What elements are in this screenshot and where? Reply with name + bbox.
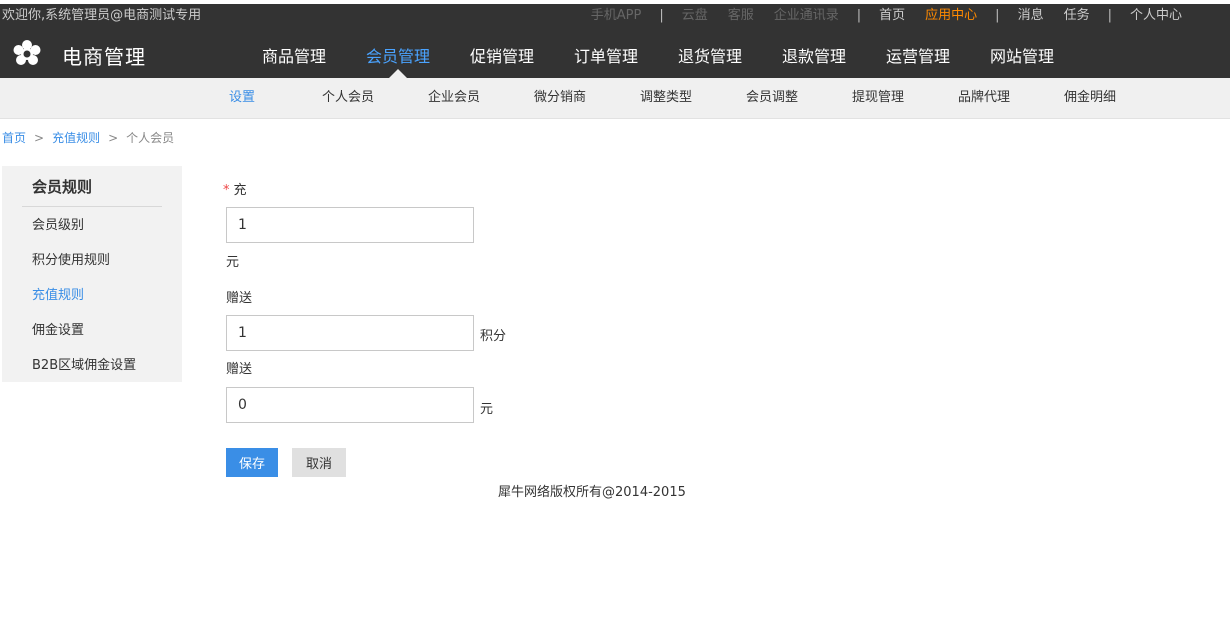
sidebar-title: 会员规则: [32, 178, 93, 196]
top-links: 手机APP | 云盘 客服 企业通讯录 | 首页 应用中心 | 消息 任务 | 个人中心: [581, 4, 1192, 28]
main-nav-item[interactable]: 商品管理: [242, 28, 346, 78]
main-nav-label: 运营管理: [885, 47, 950, 66]
sidebar-item[interactable]: 积分使用规则: [32, 252, 136, 287]
main-nav-item[interactable]: 订单管理: [554, 28, 658, 78]
breadcrumb-section[interactable]: 充值规则: [52, 131, 100, 145]
gift-points-input[interactable]: [226, 315, 474, 351]
recharge-amount-input[interactable]: [226, 207, 474, 243]
top-link[interactable]: 应用中心: [925, 4, 977, 28]
footer-copyright: 犀牛网络版权所有@2014-2015: [498, 485, 686, 500]
sub-nav-item[interactable]: 佣金明细: [1037, 78, 1143, 118]
gift-points-unit-label: 积分: [480, 329, 507, 344]
cancel-button[interactable]: 取消: [292, 448, 346, 477]
sub-nav: 设置 个人会员 企业会员 微分销商 调整类型 会员调整 提现管理 品牌代理 佣金明细: [0, 78, 1230, 119]
sidebar-item[interactable]: B2B区域佣金设置: [32, 357, 136, 392]
required-mark: *: [223, 183, 230, 198]
top-link[interactable]: 消息: [1018, 4, 1044, 28]
top-link[interactable]: 手机APP: [591, 4, 642, 28]
flower-gear-icon[interactable]: [12, 39, 42, 69]
sub-nav-item[interactable]: 个人会员: [295, 78, 401, 118]
main-nav-label: 商品管理: [261, 47, 326, 66]
sidebar-item[interactable]: 会员级别: [32, 217, 136, 252]
breadcrumb-separator: >: [108, 131, 119, 145]
main-nav-label: 退货管理: [677, 47, 742, 66]
top-link-separator: |: [659, 8, 664, 23]
save-button[interactable]: 保存: [226, 448, 278, 477]
sub-nav-item[interactable]: 会员调整: [719, 78, 825, 118]
sidebar-divider: [22, 206, 162, 207]
main-nav-label: 退款管理: [781, 47, 846, 66]
active-caret-icon: [389, 69, 407, 78]
main-nav-label: 订单管理: [573, 47, 638, 66]
main-nav: 商品管理 会员管理 促销管理 订单管理 退货管理 退款管理 运营管理 网站管理: [242, 28, 1074, 78]
top-link[interactable]: 个人中心: [1130, 4, 1182, 28]
top-link[interactable]: 任务: [1064, 4, 1090, 28]
main-nav-label: 促销管理: [469, 47, 534, 66]
top-link[interactable]: 首页: [879, 4, 905, 28]
main-nav-item[interactable]: 会员管理: [346, 28, 450, 78]
gift-cash-label: 赠送: [226, 362, 253, 377]
top-link-separator: |: [995, 8, 1000, 23]
main-nav-item[interactable]: 运营管理: [866, 28, 970, 78]
sub-nav-item[interactable]: 企业会员: [401, 78, 507, 118]
top-link[interactable]: 客服: [728, 4, 754, 28]
sidebar-item[interactable]: 充值规则: [32, 287, 136, 322]
recharge-unit-label: 元: [226, 255, 240, 270]
gift-points-label: 赠送: [226, 291, 253, 306]
breadcrumb-home[interactable]: 首页: [2, 131, 26, 145]
main-nav-item[interactable]: 退款管理: [762, 28, 866, 78]
sidebar: 会员规则 会员级别 积分使用规则 充值规则 佣金设置 B2B区域佣金设置: [2, 166, 182, 382]
main-nav-item[interactable]: 网站管理: [970, 28, 1074, 78]
sub-nav-item[interactable]: 微分销商: [507, 78, 613, 118]
gift-cash-input[interactable]: [226, 387, 474, 423]
top-bar: 欢迎你,系统管理员@电商测试专用 手机APP | 云盘 客服 企业通讯录 | 首页 应用中心 |…: [0, 4, 1230, 28]
sub-nav-item[interactable]: 品牌代理: [931, 78, 1037, 118]
main-nav-item[interactable]: 促销管理: [450, 28, 554, 78]
breadcrumb: 首页 > 充值规则 > 个人会员: [2, 129, 174, 146]
welcome-text: 欢迎你,系统管理员@电商测试专用: [2, 8, 202, 23]
top-link-separator: |: [856, 8, 862, 23]
top-link[interactable]: 云盘: [682, 4, 708, 28]
sub-nav-item[interactable]: 设置: [189, 78, 295, 118]
sub-nav-item[interactable]: 调整类型: [613, 78, 719, 118]
main-nav-item[interactable]: 退货管理: [658, 28, 762, 78]
main-header: 电商管理 商品管理 会员管理 促销管理 订单管理 退货管理 退款管理 运营管理 网站管理: [0, 28, 1230, 78]
breadcrumb-separator: >: [34, 131, 45, 145]
main-nav-label: 网站管理: [989, 47, 1054, 66]
top-link-separator: |: [1107, 8, 1112, 23]
sidebar-item[interactable]: 佣金设置: [32, 322, 136, 357]
main-nav-label: 会员管理: [365, 47, 430, 66]
recharge-label: * 充: [223, 179, 247, 198]
gift-cash-unit-label: 元: [480, 402, 494, 417]
top-link[interactable]: 企业通讯录: [774, 4, 839, 28]
sub-nav-item[interactable]: 提现管理: [825, 78, 931, 118]
sidebar-list: 会员级别 积分使用规则 充值规则 佣金设置 B2B区域佣金设置: [32, 217, 136, 392]
brand-title[interactable]: 电商管理: [62, 41, 146, 70]
recharge-label-text: 充: [233, 183, 247, 198]
breadcrumb-current: 个人会员: [126, 131, 175, 145]
